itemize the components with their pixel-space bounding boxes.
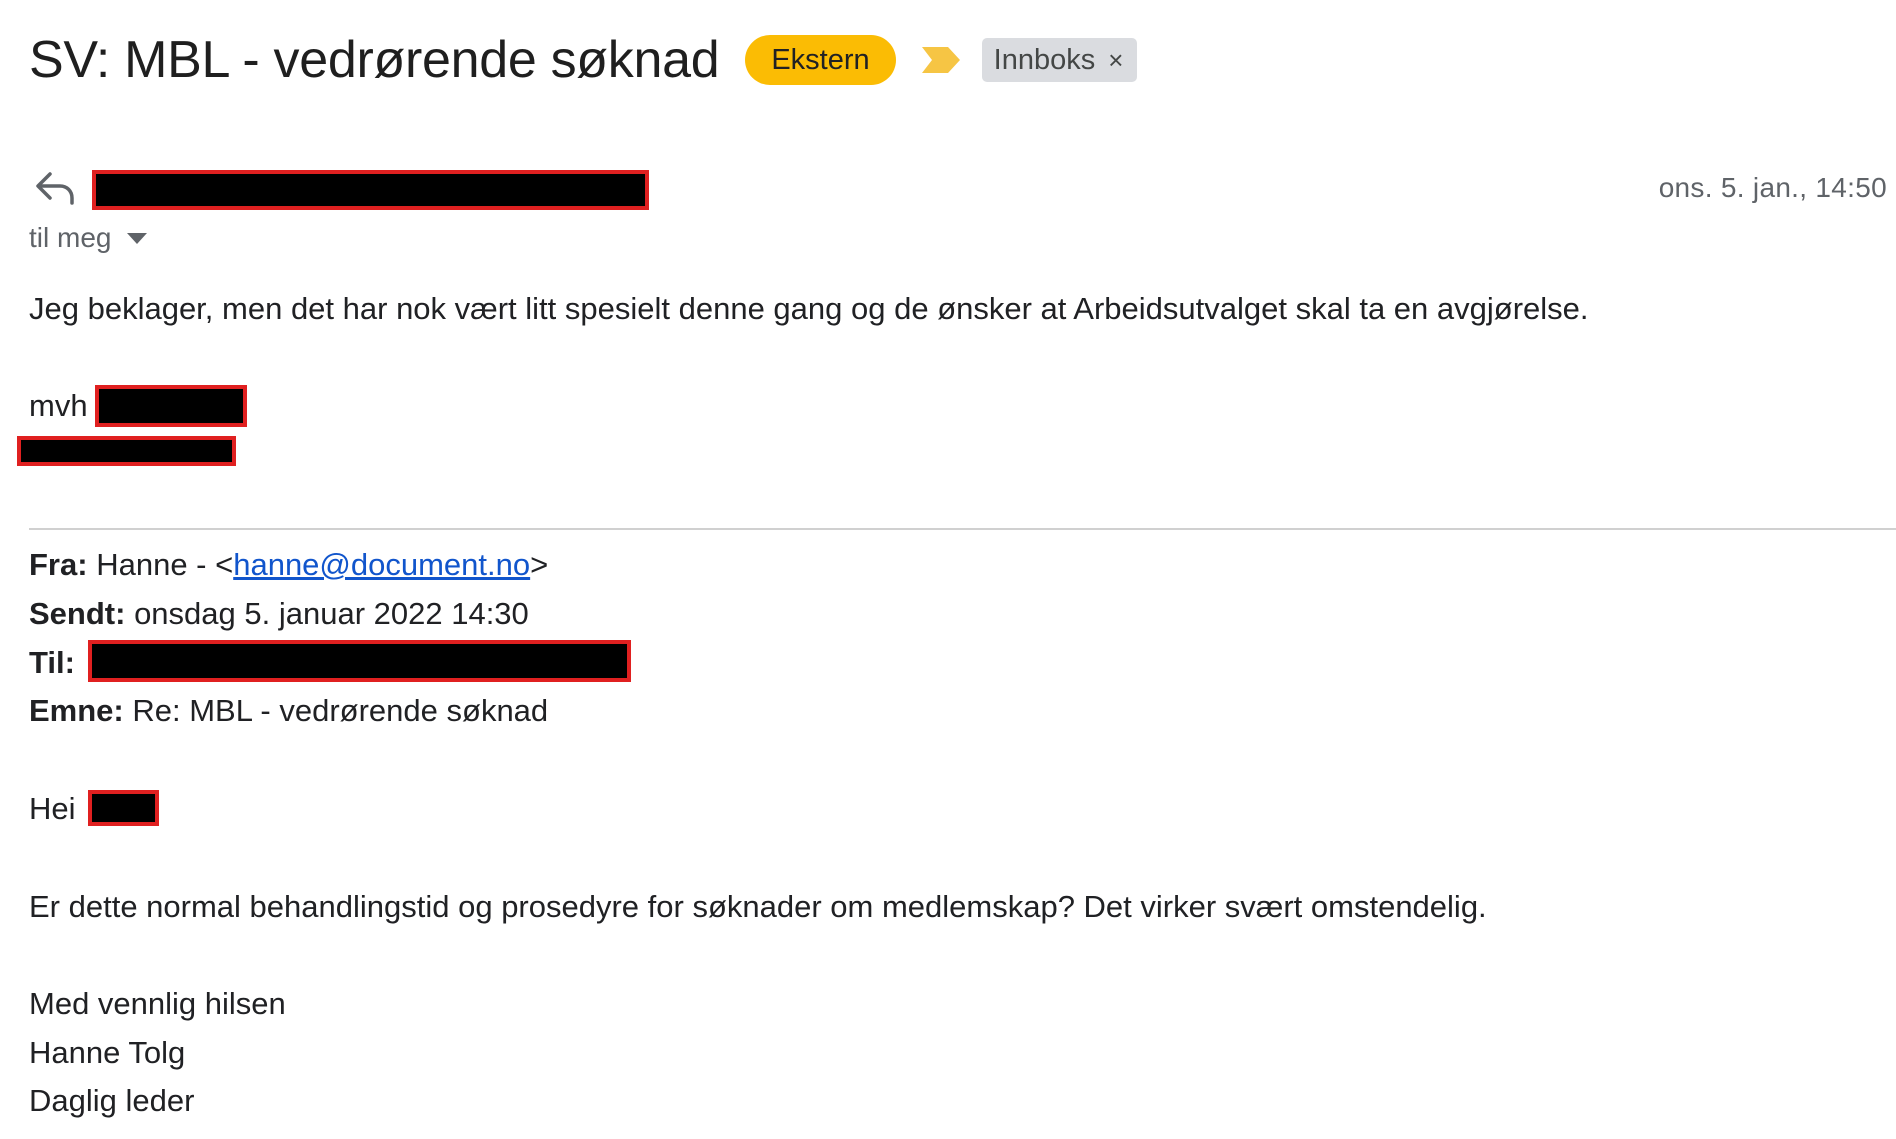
subject-row: SV: MBL - vedrørende søknad Ekstern Innb… — [29, 22, 1138, 97]
reply-icon[interactable] — [34, 170, 76, 206]
quoted-closing-1: Med vennlig hilsen — [29, 986, 286, 1021]
recipient-summary-text: til meg — [29, 222, 112, 253]
quoted-sent-value: onsdag 5. januar 2022 14:30 — [134, 596, 529, 631]
quoted-from: Fra: Hanne - <hanne@document.no> — [29, 547, 548, 583]
label-inbox[interactable]: Innboks × — [981, 37, 1138, 82]
quoted-subject: Emne: Re: MBL - vedrørende søknad — [29, 693, 548, 729]
quoted-subject-label: Emne: — [29, 693, 124, 728]
quoted-from-email-link[interactable]: hanne@document.no — [233, 547, 530, 582]
email-timestamp: ons. 5. jan., 14:50 — [1658, 172, 1887, 203]
quoted-from-label: Fra: — [29, 547, 88, 582]
quoted-subject-value: Re: MBL - vedrørende søknad — [132, 693, 549, 728]
label-inbox-text: Innboks — [993, 43, 1096, 76]
quoted-to-label: Til: — [29, 645, 75, 680]
email-body-text: Jeg beklager, men det har nok vært litt … — [29, 291, 1589, 326]
quoted-from-name: Hanne - < — [96, 547, 234, 582]
remove-label-icon[interactable]: × — [1108, 38, 1123, 82]
quoted-sent: Sendt: onsdag 5. januar 2022 14:30 — [29, 596, 529, 632]
redacted-signature-title — [17, 436, 236, 466]
redacted-quoted-recipient — [88, 640, 631, 682]
quote-divider — [29, 528, 1896, 530]
signoff-text: mvh — [29, 388, 88, 423]
redacted-sender — [92, 170, 649, 210]
email-subject: SV: MBL - vedrørende søknad — [29, 30, 720, 89]
redacted-signature-name — [95, 385, 247, 427]
quoted-closing-3: Daglig leder — [29, 1083, 195, 1118]
quoted-from-close: > — [530, 547, 549, 582]
quoted-closing-2: Hanne Tolg — [29, 1035, 186, 1070]
label-external[interactable]: Ekstern — [745, 34, 896, 85]
chevron-down-icon[interactable] — [127, 232, 148, 244]
quoted-to: Til: — [29, 645, 75, 681]
quoted-sent-label: Sendt: — [29, 596, 126, 631]
quoted-body-text: Er dette normal behandlingstid og prosed… — [29, 889, 1487, 924]
redacted-greeting-name — [88, 790, 159, 826]
quoted-greeting: Hei — [29, 791, 76, 826]
recipient-summary[interactable]: til meg — [29, 222, 148, 254]
importance-marker-icon[interactable] — [920, 44, 962, 76]
